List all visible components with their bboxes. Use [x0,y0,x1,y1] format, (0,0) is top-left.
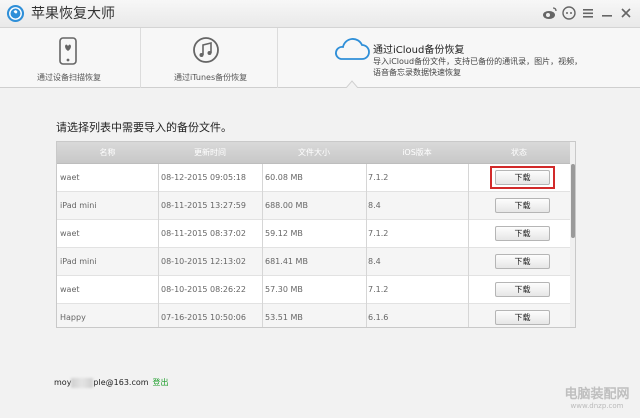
mode-itunes-backup[interactable]: 通过iTunes备份恢复 [141,28,277,88]
mode-itunes-backup-label: 通过iTunes备份恢复 [174,73,248,82]
active-pointer [346,80,358,88]
cell-name: waet [60,229,80,238]
redacted-mask [71,377,94,388]
mode-bar: 通过设备扫描恢复 通过iTunes备份恢复 通过iCloud备份恢复 导入iCl… [0,28,640,88]
column-separator [158,164,159,327]
account-email-suffix: ple@163.com [93,378,149,387]
scrollbar-thumb[interactable] [571,164,575,238]
cell-name: iPad mini [60,201,97,210]
backup-table: 名称 更新时间 文件大小 iOS版本 状态 waet 08-12-2015 09… [56,141,576,328]
download-button[interactable]: 下载 [495,226,550,241]
cell-ios: 7.1.2 [368,285,389,294]
cell-size: 57.30 MB [265,285,303,294]
download-button[interactable]: 下载 [495,198,550,213]
cell-ios: 6.1.6 [368,313,389,322]
cell-name: waet [60,285,80,294]
cell-name: iPad mini [60,257,97,266]
column-header-ios: iOS版本 [402,148,432,157]
title-bar: 苹果恢复大师 [0,0,640,28]
cell-ios: 7.1.2 [368,229,389,238]
app-logo-icon [6,4,25,23]
cell-time: 07-16-2015 10:50:06 [161,313,246,322]
cell-time: 08-12-2015 09:05:18 [161,173,246,182]
cell-name: waet [60,173,80,182]
table-row[interactable]: iPad mini 08-11-2015 13:27:59 688.00 MB … [57,192,573,220]
column-header-time: 更新时间 [194,148,226,157]
mode-device-scan-label: 通过设备扫描恢复 [37,73,101,82]
select-prompt: 请选择列表中需要导入的备份文件。 [56,121,232,134]
table-row[interactable]: waet 08-11-2015 08:37:02 59.12 MB 7.1.2 … [57,220,573,248]
cell-ios: 8.4 [368,257,381,266]
mode-icloud-backup-description: 导入iCloud备份文件，支持已备份的通讯录，图片，视频，语音备忘录数据快速恢复 [373,57,583,77]
cell-time: 08-11-2015 08:37:02 [161,229,246,238]
cell-size: 688.00 MB [265,201,308,210]
cell-ios: 8.4 [368,201,381,210]
itunes-icon [193,37,219,63]
cell-name: Happy [60,313,86,322]
column-separator [262,164,263,327]
table-row[interactable]: iPad mini 08-10-2015 12:13:02 681.41 MB … [57,248,573,276]
cell-size: 59.12 MB [265,229,303,238]
phone-icon [59,37,77,65]
column-header-name: 名称 [99,148,116,157]
close-icon[interactable] [618,5,634,21]
column-header-status: 状态 [511,148,527,157]
column-separator [366,164,367,327]
minimize-icon[interactable] [599,5,615,21]
weibo-icon[interactable] [542,5,558,21]
column-separator [468,164,469,327]
cell-size: 60.08 MB [265,173,303,182]
download-button[interactable]: 下载 [495,282,550,297]
download-button[interactable]: 下载 [495,310,550,325]
icloud-icon [335,38,370,60]
cell-size: 681.41 MB [265,257,308,266]
account-email-prefix: moy [54,378,72,387]
column-header-size: 文件大小 [298,148,330,157]
mode-device-scan[interactable]: 通过设备扫描恢复 [0,28,140,88]
table-header: 名称 更新时间 文件大小 iOS版本 状态 [57,142,573,164]
mode-icloud-backup-title: 通过iCloud备份恢复 [373,45,465,56]
account-info: moy ple@163.com 登出 [54,377,169,388]
cell-time: 08-10-2015 08:26:22 [161,285,246,294]
watermark-url: www.dnzp.com [570,402,624,410]
chat-icon[interactable] [561,5,577,21]
cell-time: 08-10-2015 12:13:02 [161,257,246,266]
menu-icon[interactable] [580,5,596,21]
watermark: 电脑装配网 www.dnzp.com [556,383,638,410]
download-button[interactable]: 下载 [495,254,550,269]
table-row[interactable]: waet 08-10-2015 08:26:22 57.30 MB 7.1.2 … [57,276,573,304]
highlight-box [490,166,555,189]
table-row[interactable]: Happy 07-16-2015 10:50:06 53.51 MB 6.1.6… [57,304,573,327]
cell-size: 53.51 MB [265,313,303,322]
watermark-title: 电脑装配网 [564,387,630,402]
cell-time: 08-11-2015 13:27:59 [161,201,246,210]
app-title: 苹果恢复大师 [31,6,115,22]
logout-link[interactable]: 登出 [153,378,169,387]
cell-ios: 7.1.2 [368,173,389,182]
table-row[interactable]: waet 08-12-2015 09:05:18 60.08 MB 7.1.2 … [57,164,573,192]
